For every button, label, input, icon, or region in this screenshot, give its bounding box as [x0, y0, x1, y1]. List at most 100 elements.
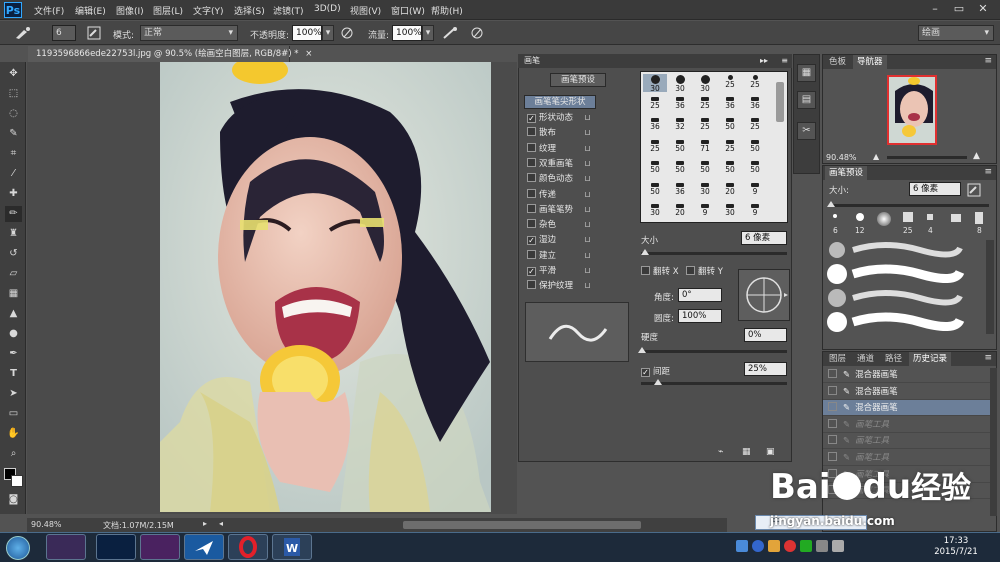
brush-tip-cell[interactable]: 9: [693, 203, 717, 221]
taskbar-app-word-icon[interactable]: W: [272, 534, 312, 560]
taskbar-app-pr-icon[interactable]: [140, 534, 180, 560]
brush-tip-cell[interactable]: 30: [693, 182, 717, 200]
opacity-dropdown[interactable]: ▾: [322, 25, 334, 41]
history-snapshot-toggle[interactable]: [828, 435, 837, 445]
start-button-icon[interactable]: [6, 536, 30, 560]
history-state-item[interactable]: ✎ 混合器画笔: [823, 367, 991, 383]
brush-tip-grid[interactable]: 30 30 30 25 25 25 36 25 36 36 36 32 25 50 25 25 50 71 25 50…: [640, 71, 788, 223]
lock-icon[interactable]: ⊔: [583, 174, 592, 184]
brush-tip-cell[interactable]: 25: [718, 74, 742, 92]
pen-tool-icon[interactable]: ✒: [5, 346, 22, 362]
menu-image[interactable]: 图像(I): [116, 4, 144, 17]
taskbar-app-opera-icon[interactable]: [228, 534, 268, 560]
lock-icon[interactable]: ⊔: [583, 205, 592, 215]
navigator-zoom-slider[interactable]: [887, 156, 967, 159]
preset-scrollbar[interactable]: [986, 240, 994, 334]
tip-grid-scrollbar[interactable]: [776, 82, 784, 122]
brush-tip-cell[interactable]: 30: [718, 203, 742, 221]
checkbox-icon[interactable]: [527, 280, 536, 290]
history-state-item[interactable]: ✎ 混合器画笔: [823, 384, 991, 400]
checkbox-icon[interactable]: [527, 219, 536, 229]
flow-dropdown[interactable]: ▾: [422, 25, 434, 41]
type-tool-icon[interactable]: T: [5, 366, 22, 382]
checkbox-icon[interactable]: [527, 127, 536, 137]
grid-preview-icon[interactable]: ▦: [742, 447, 751, 457]
menu-window[interactable]: 窗口(W): [391, 4, 425, 17]
clone-stamp-tool-icon[interactable]: ♜: [5, 226, 22, 242]
checkbox-icon[interactable]: [527, 188, 536, 198]
checkbox-icon[interactable]: [527, 157, 536, 167]
quick-mask-icon[interactable]: ◙: [5, 492, 22, 508]
horizontal-scrollbar[interactable]: [403, 521, 641, 529]
hardness-input[interactable]: 0%: [744, 328, 787, 342]
brush-tip-cell[interactable]: 9: [743, 203, 767, 221]
lock-icon[interactable]: ⊔: [583, 113, 592, 123]
tool-presets-dock-icon[interactable]: ✂: [797, 122, 816, 140]
lock-icon[interactable]: ⊔: [583, 281, 592, 291]
preset-size-slider-knob[interactable]: [827, 201, 835, 207]
tab-navigator[interactable]: 导航器: [853, 55, 887, 69]
menu-help[interactable]: 帮助(H): [431, 4, 463, 17]
tray-app-icon[interactable]: [784, 540, 796, 552]
tab-layers[interactable]: 图层: [825, 352, 850, 366]
shape-tool-icon[interactable]: ▭: [5, 406, 22, 422]
brush-tip-cell[interactable]: 20: [718, 182, 742, 200]
tray-app-icon[interactable]: [736, 540, 748, 552]
zoom-level[interactable]: 90.48%: [31, 520, 62, 529]
size-slider-knob[interactable]: [641, 249, 649, 255]
spacing-checkbox[interactable]: ✓ 间距: [641, 365, 670, 377]
brush-tip-cell[interactable]: 50: [743, 139, 767, 157]
spacing-slider-knob[interactable]: [654, 379, 662, 385]
brush-tip-cell[interactable]: 36: [718, 96, 742, 114]
panel-menu-icon[interactable]: ≡: [984, 167, 992, 177]
preset-thumb-dot[interactable]: [927, 214, 933, 220]
panel-menu-icon[interactable]: ≡: [984, 353, 992, 363]
zoom-out-icon[interactable]: ▲: [873, 152, 879, 161]
brush-tip-cell[interactable]: 36: [643, 117, 667, 135]
lock-icon[interactable]: ⊔: [583, 266, 592, 276]
history-state-item[interactable]: ✎ 混合器画笔: [823, 400, 991, 417]
brush-tip-cell[interactable]: 50: [718, 160, 742, 178]
checkbox-icon[interactable]: [527, 173, 536, 183]
history-brush-tool-icon[interactable]: ↺: [5, 246, 22, 262]
brush-tool-icon[interactable]: [14, 26, 32, 40]
menu-3d[interactable]: 3D(D): [314, 4, 341, 14]
checkbox-icon[interactable]: [527, 203, 536, 213]
brush-tip-cell[interactable]: 20: [668, 203, 692, 221]
lock-icon[interactable]: ⊔: [583, 144, 592, 154]
brush-tip-cell[interactable]: 50: [668, 139, 692, 157]
background-color-swatch[interactable]: [11, 475, 23, 487]
brush-tip-cell[interactable]: 25: [718, 139, 742, 157]
close-tab-icon[interactable]: ×: [305, 49, 312, 59]
tray-network-icon[interactable]: [816, 540, 828, 552]
photo-canvas[interactable]: [160, 62, 491, 512]
brush-tip-cell[interactable]: 30: [643, 74, 667, 93]
close-window-icon[interactable]: ✕: [972, 0, 994, 18]
tab-history[interactable]: 历史记录: [909, 352, 952, 366]
tab-swatches[interactable]: 色板: [825, 55, 850, 69]
checkbox-icon[interactable]: ✓: [527, 236, 536, 246]
preset-thumb-dot[interactable]: [975, 212, 983, 224]
tray-help-icon[interactable]: [752, 540, 764, 552]
toggle-hard-bristle-icon[interactable]: ⌁: [718, 447, 723, 457]
history-scrollbar[interactable]: [990, 368, 997, 516]
preset-size-input[interactable]: 6 像素: [909, 182, 961, 196]
taskbar-app-bird-icon[interactable]: [184, 534, 224, 560]
brush-tool-icon[interactable]: ✏: [5, 206, 22, 222]
preset-stroke-list[interactable]: [825, 240, 965, 334]
size-slider[interactable]: [641, 252, 787, 255]
maximize-icon[interactable]: ▭: [948, 0, 970, 18]
lasso-tool-icon[interactable]: ◌: [5, 106, 22, 122]
pressure-opacity-icon[interactable]: [340, 26, 354, 40]
pressure-size-icon[interactable]: [470, 26, 484, 40]
brush-tip-cell[interactable]: 50: [693, 160, 717, 178]
spacing-input[interactable]: 25%: [744, 362, 787, 376]
zoom-tool-icon[interactable]: ⌕: [5, 446, 22, 462]
history-snapshot-toggle[interactable]: [828, 418, 837, 428]
brush-tip-cell[interactable]: 30: [668, 74, 692, 93]
preset-thumb-dot[interactable]: [833, 214, 837, 218]
brush-size-picker[interactable]: 6: [52, 25, 76, 41]
preset-thumb-dot[interactable]: [951, 214, 961, 222]
taskbar-app-ps2-icon[interactable]: [96, 534, 136, 560]
checkbox-icon[interactable]: [527, 142, 536, 152]
